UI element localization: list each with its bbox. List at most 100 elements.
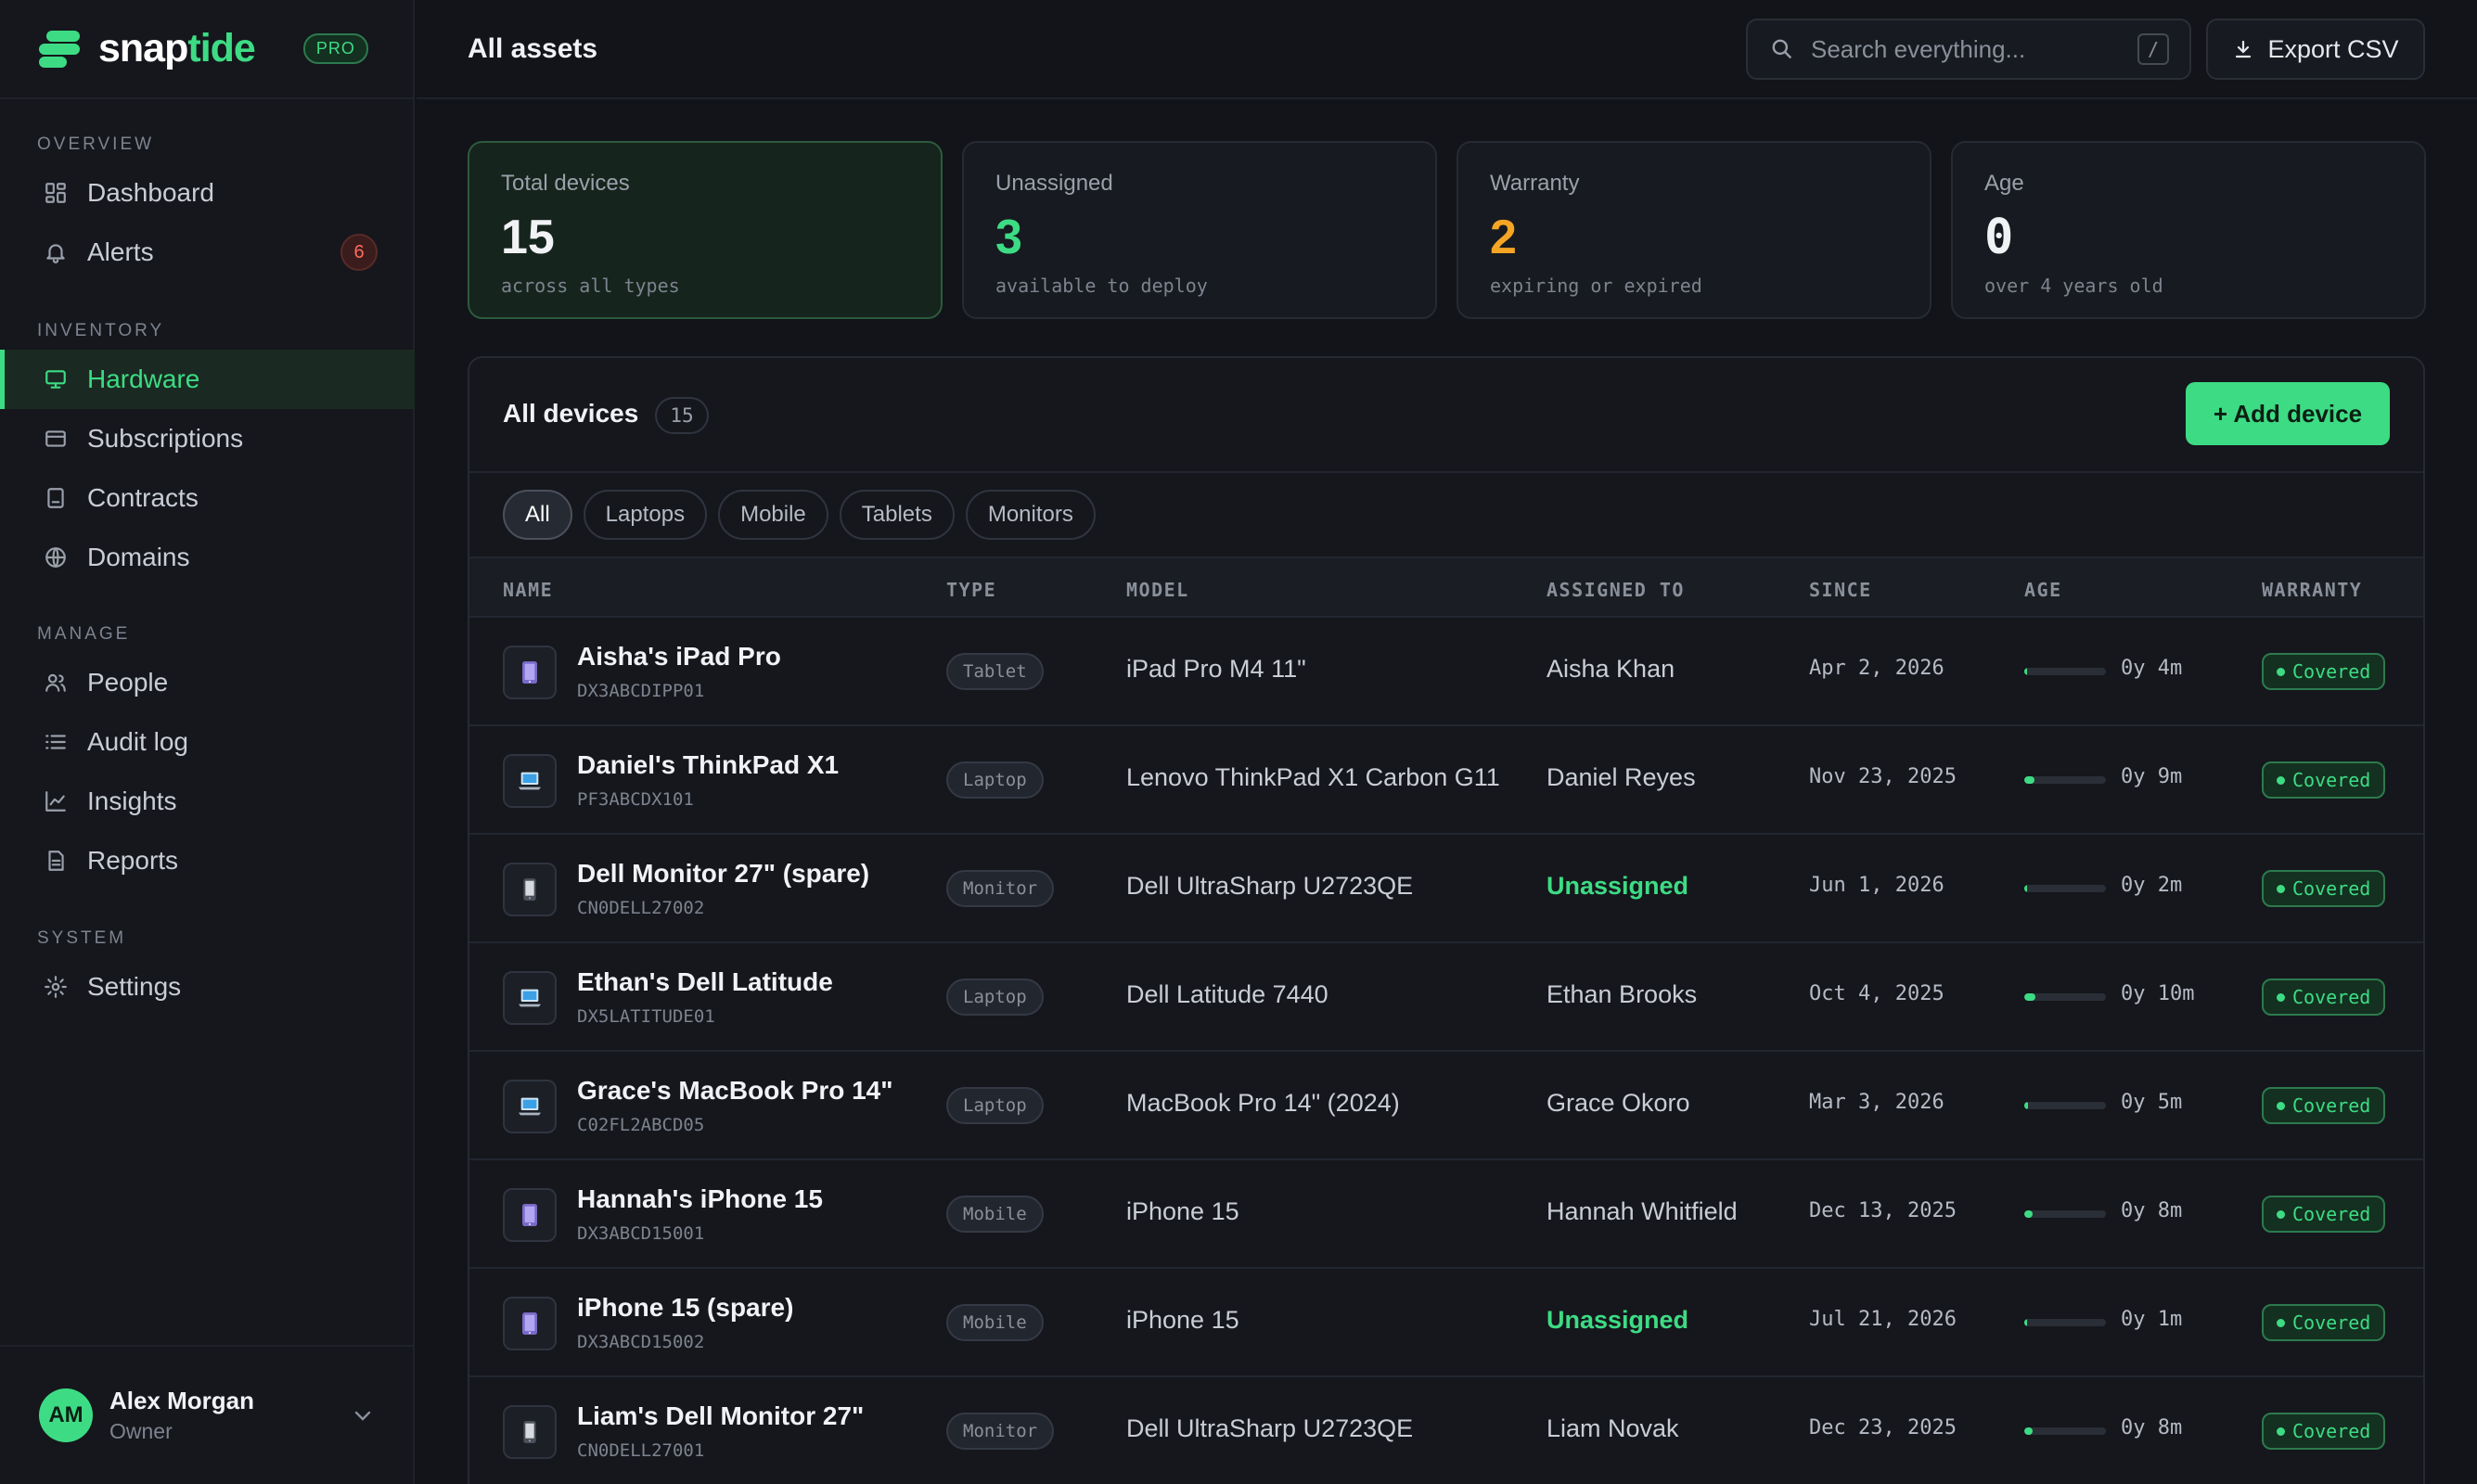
device-name[interactable]: iPhone 15 (spare)	[577, 1293, 793, 1323]
status-dot-icon	[2277, 775, 2285, 785]
age-text: 0y 8m	[2121, 1416, 2183, 1439]
sidebar-item-insights[interactable]: Insights	[0, 772, 415, 831]
filter-chip-mobile[interactable]: Mobile	[718, 490, 828, 540]
sidebar-item-audit-log[interactable]: Audit log	[0, 712, 415, 772]
table-row[interactable]: Hannah's iPhone 15 DX3ABCD15001 Mobile iPho…	[469, 1160, 2423, 1269]
sidebar: snaptide PRO OVERVIEW Dashboard Alerts 6 INV…	[0, 0, 415, 1484]
column-header-model[interactable]: MODEL	[1126, 579, 1189, 601]
sidebar-item-alerts[interactable]: Alerts 6	[0, 223, 415, 282]
assigned-to: Ethan Brooks	[1547, 980, 1698, 1008]
monitor-icon	[43, 366, 69, 392]
age-bar	[2024, 1102, 2106, 1109]
device-name[interactable]: Aisha's iPad Pro	[577, 642, 781, 672]
column-header-age[interactable]: AGE	[2024, 579, 2062, 601]
sidebar-item-label: Alerts	[87, 237, 154, 266]
chevron-down-icon[interactable]	[352, 1404, 374, 1426]
age-bar-fill	[2024, 668, 2027, 675]
warranty-label: Covered	[2292, 986, 2371, 1008]
export-csv-button[interactable]: Export CSV	[2206, 19, 2425, 80]
device-model: Lenovo ThinkPad X1 Carbon G11	[1126, 763, 1500, 791]
sidebar-item-contracts[interactable]: Contracts	[0, 468, 415, 528]
monitor-device-icon	[503, 1405, 557, 1459]
age-text: 0y 9m	[2121, 765, 2183, 788]
type-tag: Laptop	[946, 979, 1044, 1016]
age-text: 0y 8m	[2121, 1199, 2183, 1222]
stat-subtext: over 4 years old	[1984, 275, 2163, 297]
column-header-warranty[interactable]: WARRANTY	[2262, 579, 2362, 601]
warranty-label: Covered	[2292, 1311, 2371, 1334]
sidebar-item-label: Settings	[87, 972, 182, 1001]
since-date: Jul 21, 2026	[1809, 1308, 1957, 1331]
filter-chip-tablets[interactable]: Tablets	[839, 490, 955, 540]
filter-chip-laptops[interactable]: Laptops	[583, 490, 708, 540]
device-serial: DX3ABCDIPP01	[577, 681, 705, 701]
table-row[interactable]: Daniel's ThinkPad X1 PF3ABCDX101 Laptop Len…	[469, 726, 2423, 835]
table-row[interactable]: Ethan's Dell Latitude DX5LATITUDE01 Laptop…	[469, 943, 2423, 1052]
device-name[interactable]: Dell Monitor 27" (spare)	[577, 859, 869, 889]
age-bar-fill	[2024, 1102, 2029, 1109]
sidebar-item-subscriptions[interactable]: Subscriptions	[0, 409, 415, 468]
device-serial: PF3ABCDX101	[577, 789, 694, 810]
filter-chip-monitors[interactable]: Monitors	[965, 490, 1096, 540]
stat-card-warranty[interactable]: Warranty 2 expiring or expired	[1457, 141, 1932, 319]
dashboard-icon	[43, 180, 69, 206]
since-date: Oct 4, 2025	[1809, 982, 1944, 1005]
table-row[interactable]: Liam's Dell Monitor 27" CN0DELL27001 Monit…	[469, 1377, 2423, 1484]
device-model: MacBook Pro 14" (2024)	[1126, 1089, 1400, 1117]
device-serial: DX3ABCD15002	[577, 1332, 705, 1352]
device-serial: CN0DELL27001	[577, 1440, 705, 1461]
device-name[interactable]: Grace's MacBook Pro 14"	[577, 1076, 893, 1106]
sidebar-item-label: People	[87, 668, 169, 697]
stat-label: Age	[1984, 171, 2024, 196]
stat-subtext: across all types	[501, 275, 680, 297]
user-role: Owner	[109, 1419, 173, 1443]
document-icon	[43, 485, 69, 511]
search-box[interactable]: /	[1746, 19, 2191, 80]
column-header-assigned-to[interactable]: ASSIGNED TO	[1547, 579, 1685, 601]
search-input[interactable]	[1811, 34, 2126, 64]
age-text: 0y 2m	[2121, 874, 2183, 897]
table-row[interactable]: iPhone 15 (spare) DX3ABCD15002 Mobile iPhon…	[469, 1269, 2423, 1377]
status-dot-icon	[2277, 1426, 2285, 1436]
stat-card-age[interactable]: Age 0 over 4 years old	[1951, 141, 2426, 319]
phone-icon	[503, 1188, 557, 1242]
assigned-to[interactable]: Unassigned	[1547, 872, 1688, 901]
column-header-since[interactable]: SINCE	[1809, 579, 1872, 601]
add-device-button[interactable]: + Add device	[2186, 382, 2390, 445]
sidebar-item-settings[interactable]: Settings	[0, 957, 415, 1017]
laptop-icon	[503, 754, 557, 808]
monitor-device-icon	[503, 863, 557, 916]
device-name[interactable]: Ethan's Dell Latitude	[577, 967, 833, 997]
sidebar-item-people[interactable]: People	[0, 653, 415, 712]
stat-card-total-devices[interactable]: Total devices 15 across all types	[468, 141, 943, 319]
assigned-to[interactable]: Unassigned	[1547, 1306, 1688, 1335]
device-name[interactable]: Liam's Dell Monitor 27"	[577, 1401, 864, 1431]
snaptide-logo-icon	[37, 25, 85, 73]
sidebar-item-domains[interactable]: Domains	[0, 528, 415, 587]
page-title: All assets	[468, 32, 598, 64]
filter-chips: All Laptops Mobile Tablets Monitors	[469, 473, 2423, 558]
table-row[interactable]: Aisha's iPad Pro DX3ABCDIPP01 Tablet iPad P…	[469, 618, 2423, 726]
table-row[interactable]: Dell Monitor 27" (spare) CN0DELL27002 Moni…	[469, 835, 2423, 943]
table-row[interactable]: Grace's MacBook Pro 14" C02FL2ABCD05 Lapto…	[469, 1052, 2423, 1160]
brand[interactable]: snaptide PRO	[0, 0, 413, 99]
stat-value: 0	[1984, 210, 2014, 265]
type-tag: Monitor	[946, 870, 1055, 907]
stat-card-unassigned[interactable]: Unassigned 3 available to deploy	[962, 141, 1437, 319]
user-menu[interactable]: AM Alex Morgan Owner	[0, 1345, 415, 1484]
filter-chip-all[interactable]: All	[503, 490, 572, 540]
nav-section-heading: MANAGE	[37, 624, 131, 644]
gear-icon	[43, 974, 69, 1000]
nav-section: OVERVIEW Dashboard Alerts 6	[0, 126, 415, 282]
devices-panel: All devices 15 + Add device All Laptops Mo…	[468, 356, 2425, 1484]
sidebar-item-dashboard[interactable]: Dashboard	[0, 163, 415, 223]
warranty-badge: Covered	[2262, 1413, 2386, 1450]
column-header-name[interactable]: NAME	[503, 579, 553, 601]
column-header-type[interactable]: TYPE	[946, 579, 996, 601]
device-name[interactable]: Hannah's iPhone 15	[577, 1184, 823, 1214]
device-model: Dell UltraSharp U2723QE	[1126, 872, 1414, 900]
device-name[interactable]: Daniel's ThinkPad X1	[577, 750, 839, 780]
sidebar-item-hardware[interactable]: Hardware	[0, 350, 415, 409]
sidebar-item-reports[interactable]: Reports	[0, 831, 415, 890]
age-bar-fill	[2024, 993, 2036, 1001]
